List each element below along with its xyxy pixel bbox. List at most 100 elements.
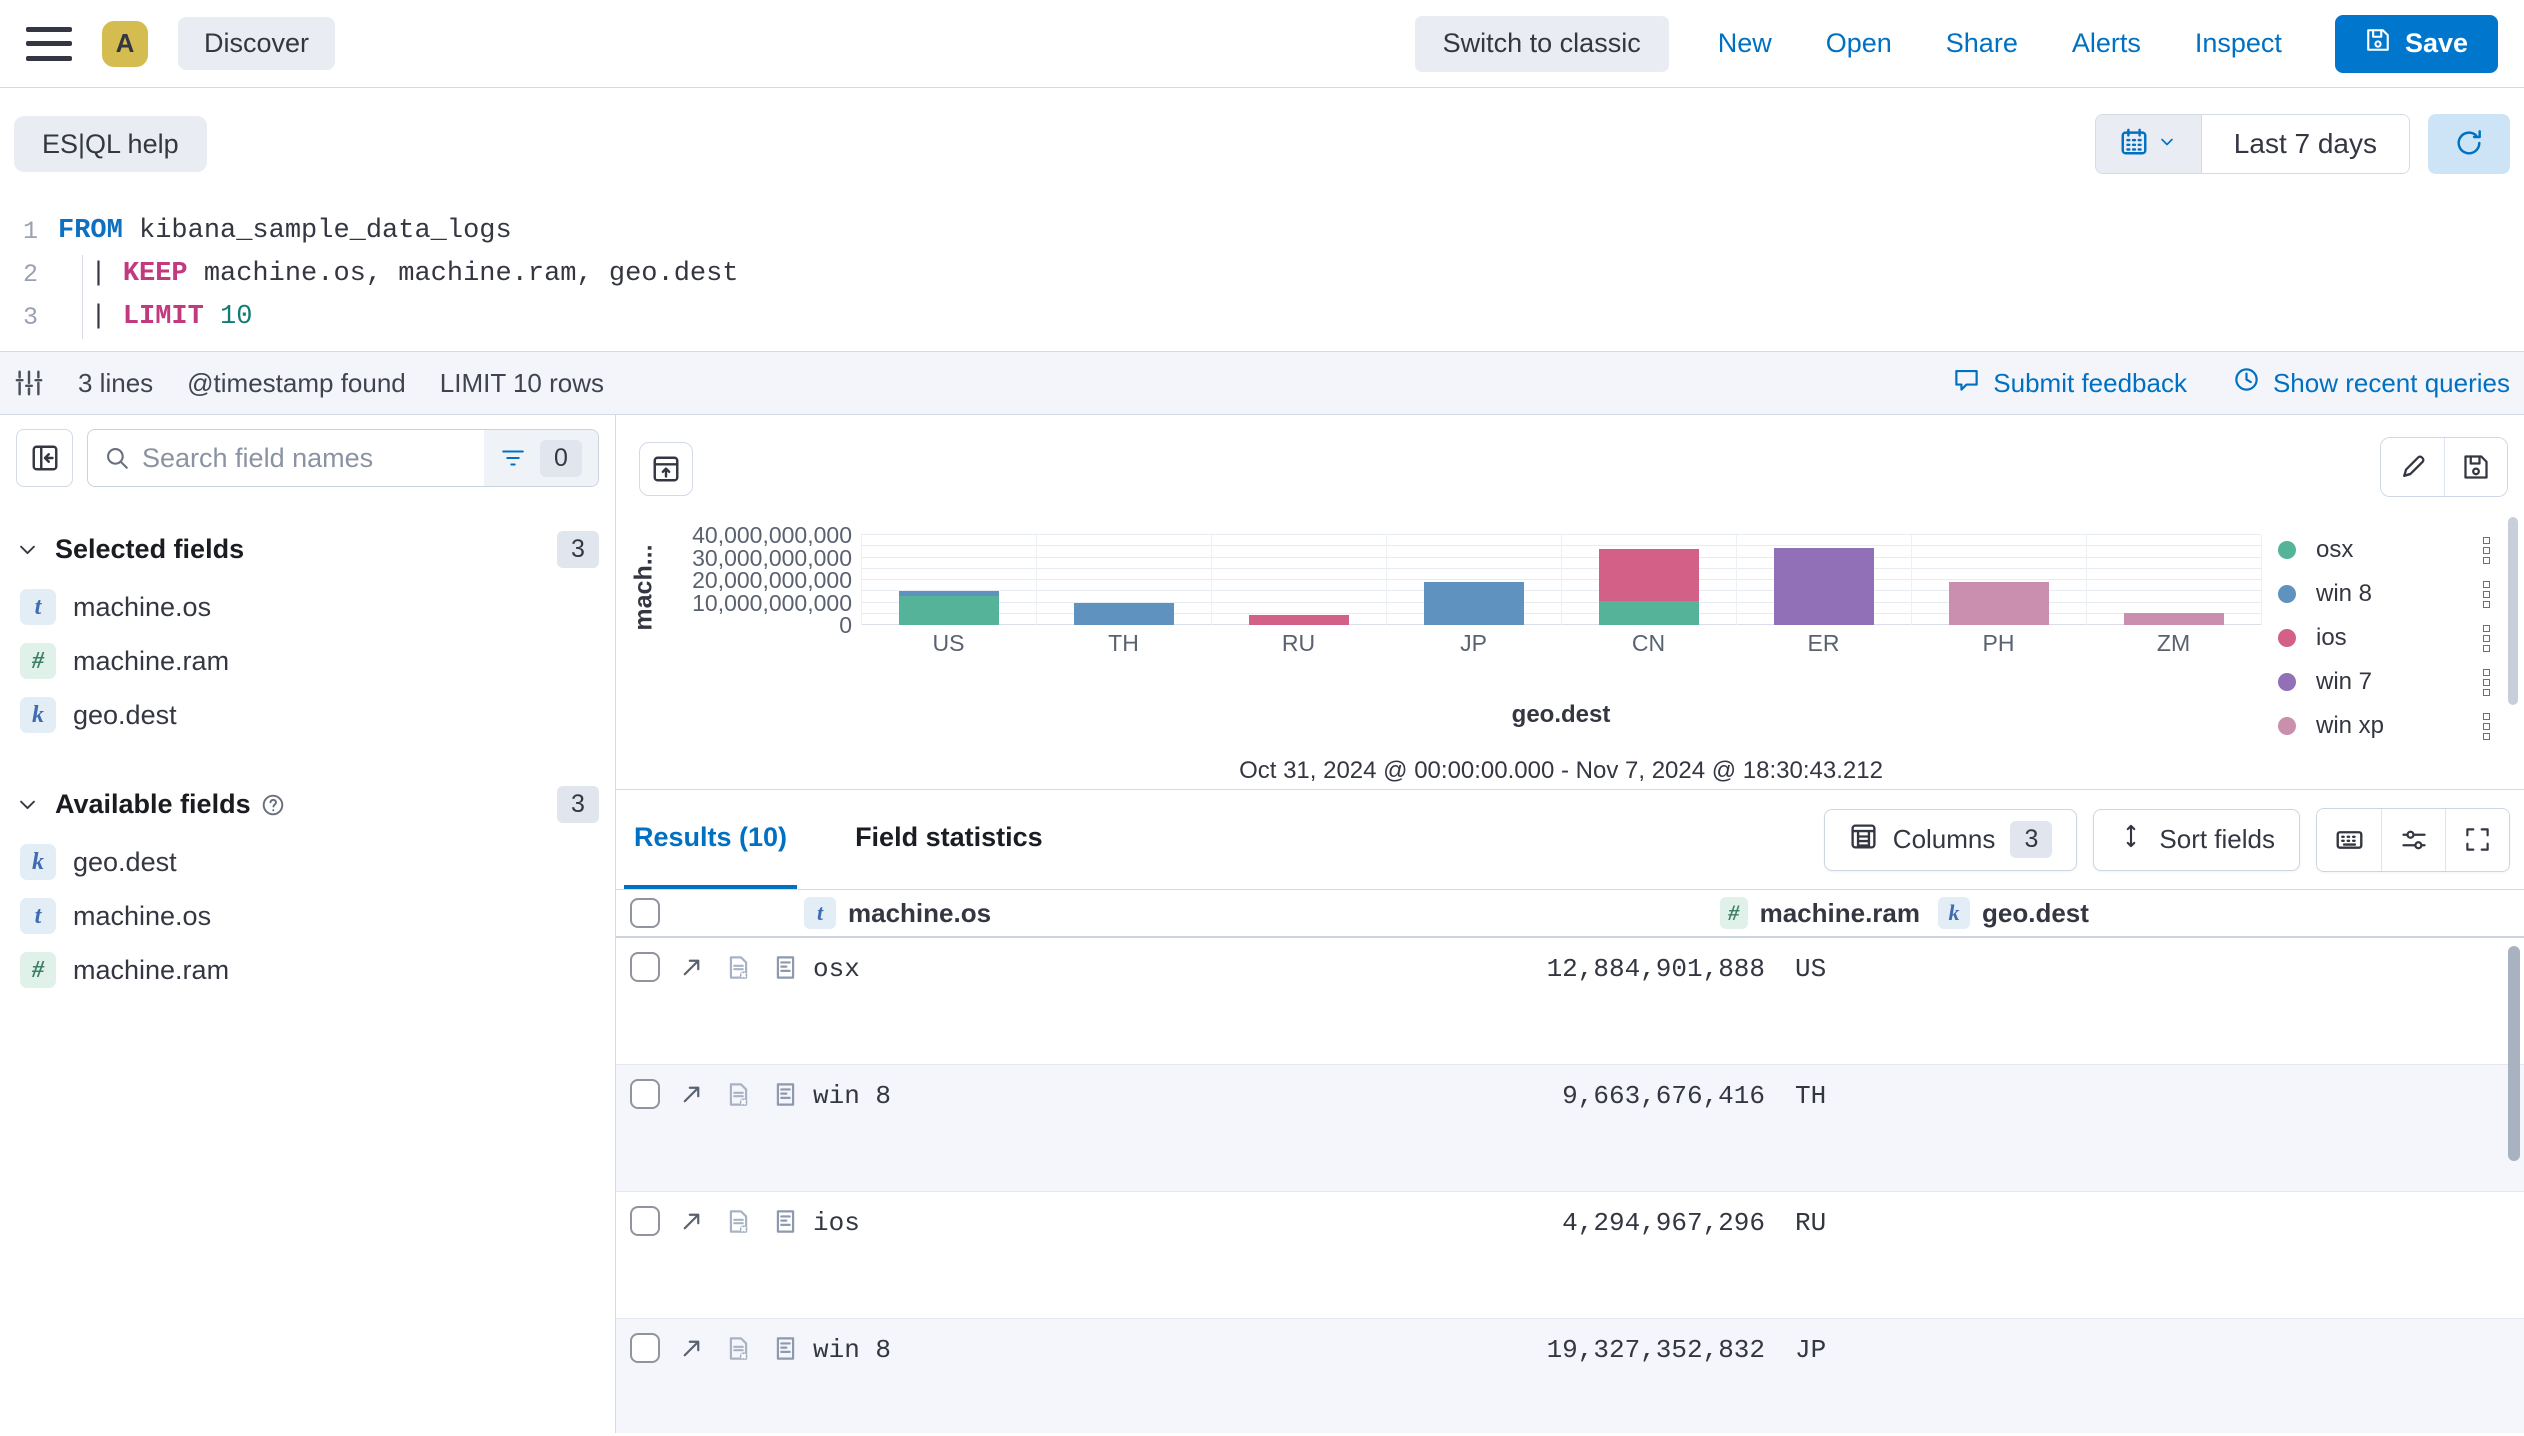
row-checkbox[interactable] — [630, 1333, 660, 1363]
legend-actions-icon[interactable] — [2483, 669, 2490, 696]
degraded-doc-icon[interactable] — [725, 954, 752, 981]
bar-segment-RU-ios[interactable] — [1249, 615, 1349, 625]
view-document-icon[interactable] — [772, 1208, 799, 1235]
column-header-geo.dest[interactable]: kgeo.dest — [1920, 897, 2524, 929]
select-all-checkbox[interactable] — [630, 898, 660, 928]
nav-link-new[interactable]: New — [1691, 28, 1799, 59]
bar-segment-ER-win7[interactable] — [1774, 548, 1874, 625]
breadcrumb[interactable]: Discover — [178, 17, 335, 70]
nav-link-alerts[interactable]: Alerts — [2045, 28, 2168, 59]
table-row: osx12,884,901,888US — [616, 938, 2524, 1065]
show-recent-queries-link[interactable]: Show recent queries — [2233, 366, 2510, 400]
collapse-sidebar-icon[interactable] — [16, 429, 73, 487]
tab-results-10-[interactable]: Results (10) — [624, 790, 797, 889]
legend-color-dot — [2278, 541, 2296, 559]
section-count-badge: 3 — [557, 531, 599, 568]
column-header-machine.ram[interactable]: #machine.ram — [1690, 897, 1920, 929]
submit-feedback-link[interactable]: Submit feedback — [1953, 366, 2187, 400]
display-options-icon[interactable] — [2381, 809, 2445, 871]
column-header-machine.os[interactable]: tmachine.os — [790, 897, 1690, 929]
gridline — [1036, 535, 1037, 625]
degraded-doc-icon[interactable] — [725, 1335, 752, 1362]
legend-scrollbar[interactable] — [2508, 517, 2518, 705]
y-axis-ticks: 010,000,000,00020,000,000,00030,000,000,… — [656, 535, 852, 625]
time-picker-calendar-button[interactable] — [2096, 115, 2202, 173]
refresh-icon — [2454, 128, 2484, 161]
nav-link-share[interactable]: Share — [1919, 28, 2045, 59]
field-item-machine.os[interactable]: tmachine.os — [16, 580, 599, 634]
legend-item-osx[interactable]: osx — [2278, 528, 2490, 572]
field-filter-button[interactable]: 0 — [484, 430, 598, 486]
bar-segment-US-osx[interactable] — [899, 596, 999, 625]
field-item-geo.dest[interactable]: kgeo.dest — [16, 835, 599, 889]
columns-button[interactable]: Columns 3 — [1824, 809, 2078, 871]
search-input[interactable] — [130, 443, 484, 474]
tab-field-statistics[interactable]: Field statistics — [845, 790, 1053, 889]
time-range-value[interactable]: Last 7 days — [2202, 115, 2409, 173]
field-type-icon: # — [1720, 897, 1748, 929]
bar-segment-ZM-winxp[interactable] — [2124, 613, 2224, 625]
field-section-header-available-fields[interactable]: Available fields3 — [16, 786, 599, 823]
legend-actions-icon[interactable] — [2483, 713, 2490, 740]
menu-icon[interactable] — [26, 27, 72, 61]
expand-row-icon[interactable] — [678, 1081, 705, 1108]
view-document-icon[interactable] — [772, 1081, 799, 1108]
row-actions — [678, 1206, 799, 1235]
bar-segment-TH-win8[interactable] — [1074, 603, 1174, 625]
legend-color-dot — [2278, 585, 2296, 603]
row-checkbox[interactable] — [630, 952, 660, 982]
legend-item-winxp[interactable]: win xp — [2278, 704, 2490, 748]
field-section-header-selected-fields[interactable]: Selected fields3 — [16, 531, 599, 568]
field-item-machine.ram[interactable]: #machine.ram — [16, 943, 599, 997]
fullscreen-icon[interactable] — [2445, 809, 2509, 871]
legend-actions-icon[interactable] — [2483, 625, 2490, 652]
cell-machine-os: win 8 — [799, 1079, 1545, 1111]
esql-query-editor[interactable]: 1FROM kibana_sample_data_logs2 | KEEP ma… — [0, 200, 2524, 351]
legend-actions-icon[interactable] — [2483, 537, 2490, 564]
expand-row-icon[interactable] — [678, 954, 705, 981]
main-content: mach... 010,000,000,00020,000,000,00030,… — [616, 415, 2524, 1433]
nav-link-inspect[interactable]: Inspect — [2168, 28, 2309, 59]
bar-segment-PH-winxp[interactable] — [1949, 582, 2049, 625]
esql-help-button[interactable]: ES|QL help — [14, 116, 207, 172]
code-line: 2 | KEEP machine.os, machine.ram, geo.de… — [0, 253, 2524, 296]
field-name: machine.os — [73, 901, 211, 932]
table-scrollbar[interactable] — [2508, 946, 2520, 1161]
chart-toggle-icon[interactable] — [639, 442, 693, 496]
y-axis-tick-label: 30,000,000,000 — [656, 546, 852, 570]
legend-actions-icon[interactable] — [2483, 581, 2490, 608]
save-button[interactable]: Save — [2335, 15, 2498, 73]
row-checkbox[interactable] — [630, 1079, 660, 1109]
legend-item-win7[interactable]: win 7 — [2278, 660, 2490, 704]
nav-link-open[interactable]: Open — [1799, 28, 1919, 59]
view-document-icon[interactable] — [772, 954, 799, 981]
fields-sidebar: 0 Selected fields3tmachine.os#machine.ra… — [0, 415, 616, 1433]
bar-segment-JP-win8[interactable] — [1424, 582, 1524, 625]
expand-row-icon[interactable] — [678, 1208, 705, 1235]
query-settings-icon[interactable] — [14, 368, 44, 398]
row-checkbox[interactable] — [630, 1206, 660, 1236]
bar-segment-CN-osx[interactable] — [1599, 601, 1699, 625]
save-visualization-icon[interactable] — [2444, 438, 2507, 496]
degraded-doc-icon[interactable] — [725, 1208, 752, 1235]
bar-segment-CN-ios[interactable] — [1599, 549, 1699, 601]
space-avatar[interactable]: A — [102, 21, 148, 67]
field-type-icon: # — [20, 952, 56, 988]
line-number: 3 — [0, 296, 58, 339]
edit-visualization-icon[interactable] — [2381, 438, 2444, 496]
legend-item-win8[interactable]: win 8 — [2278, 572, 2490, 616]
row-actions — [678, 1079, 799, 1108]
legend-item-ios[interactable]: ios — [2278, 616, 2490, 660]
bar-segment-US-win8[interactable] — [899, 591, 999, 596]
field-item-geo.dest[interactable]: kgeo.dest — [16, 688, 599, 742]
degraded-doc-icon[interactable] — [725, 1081, 752, 1108]
keyboard-icon[interactable] — [2317, 809, 2381, 871]
feedback-icon — [1953, 366, 1980, 400]
sort-fields-button[interactable]: Sort fields — [2093, 809, 2300, 871]
switch-to-classic-button[interactable]: Switch to classic — [1415, 16, 1669, 72]
refresh-button[interactable] — [2428, 114, 2510, 174]
field-item-machine.ram[interactable]: #machine.ram — [16, 634, 599, 688]
field-item-machine.os[interactable]: tmachine.os — [16, 889, 599, 943]
expand-row-icon[interactable] — [678, 1335, 705, 1362]
view-document-icon[interactable] — [772, 1335, 799, 1362]
